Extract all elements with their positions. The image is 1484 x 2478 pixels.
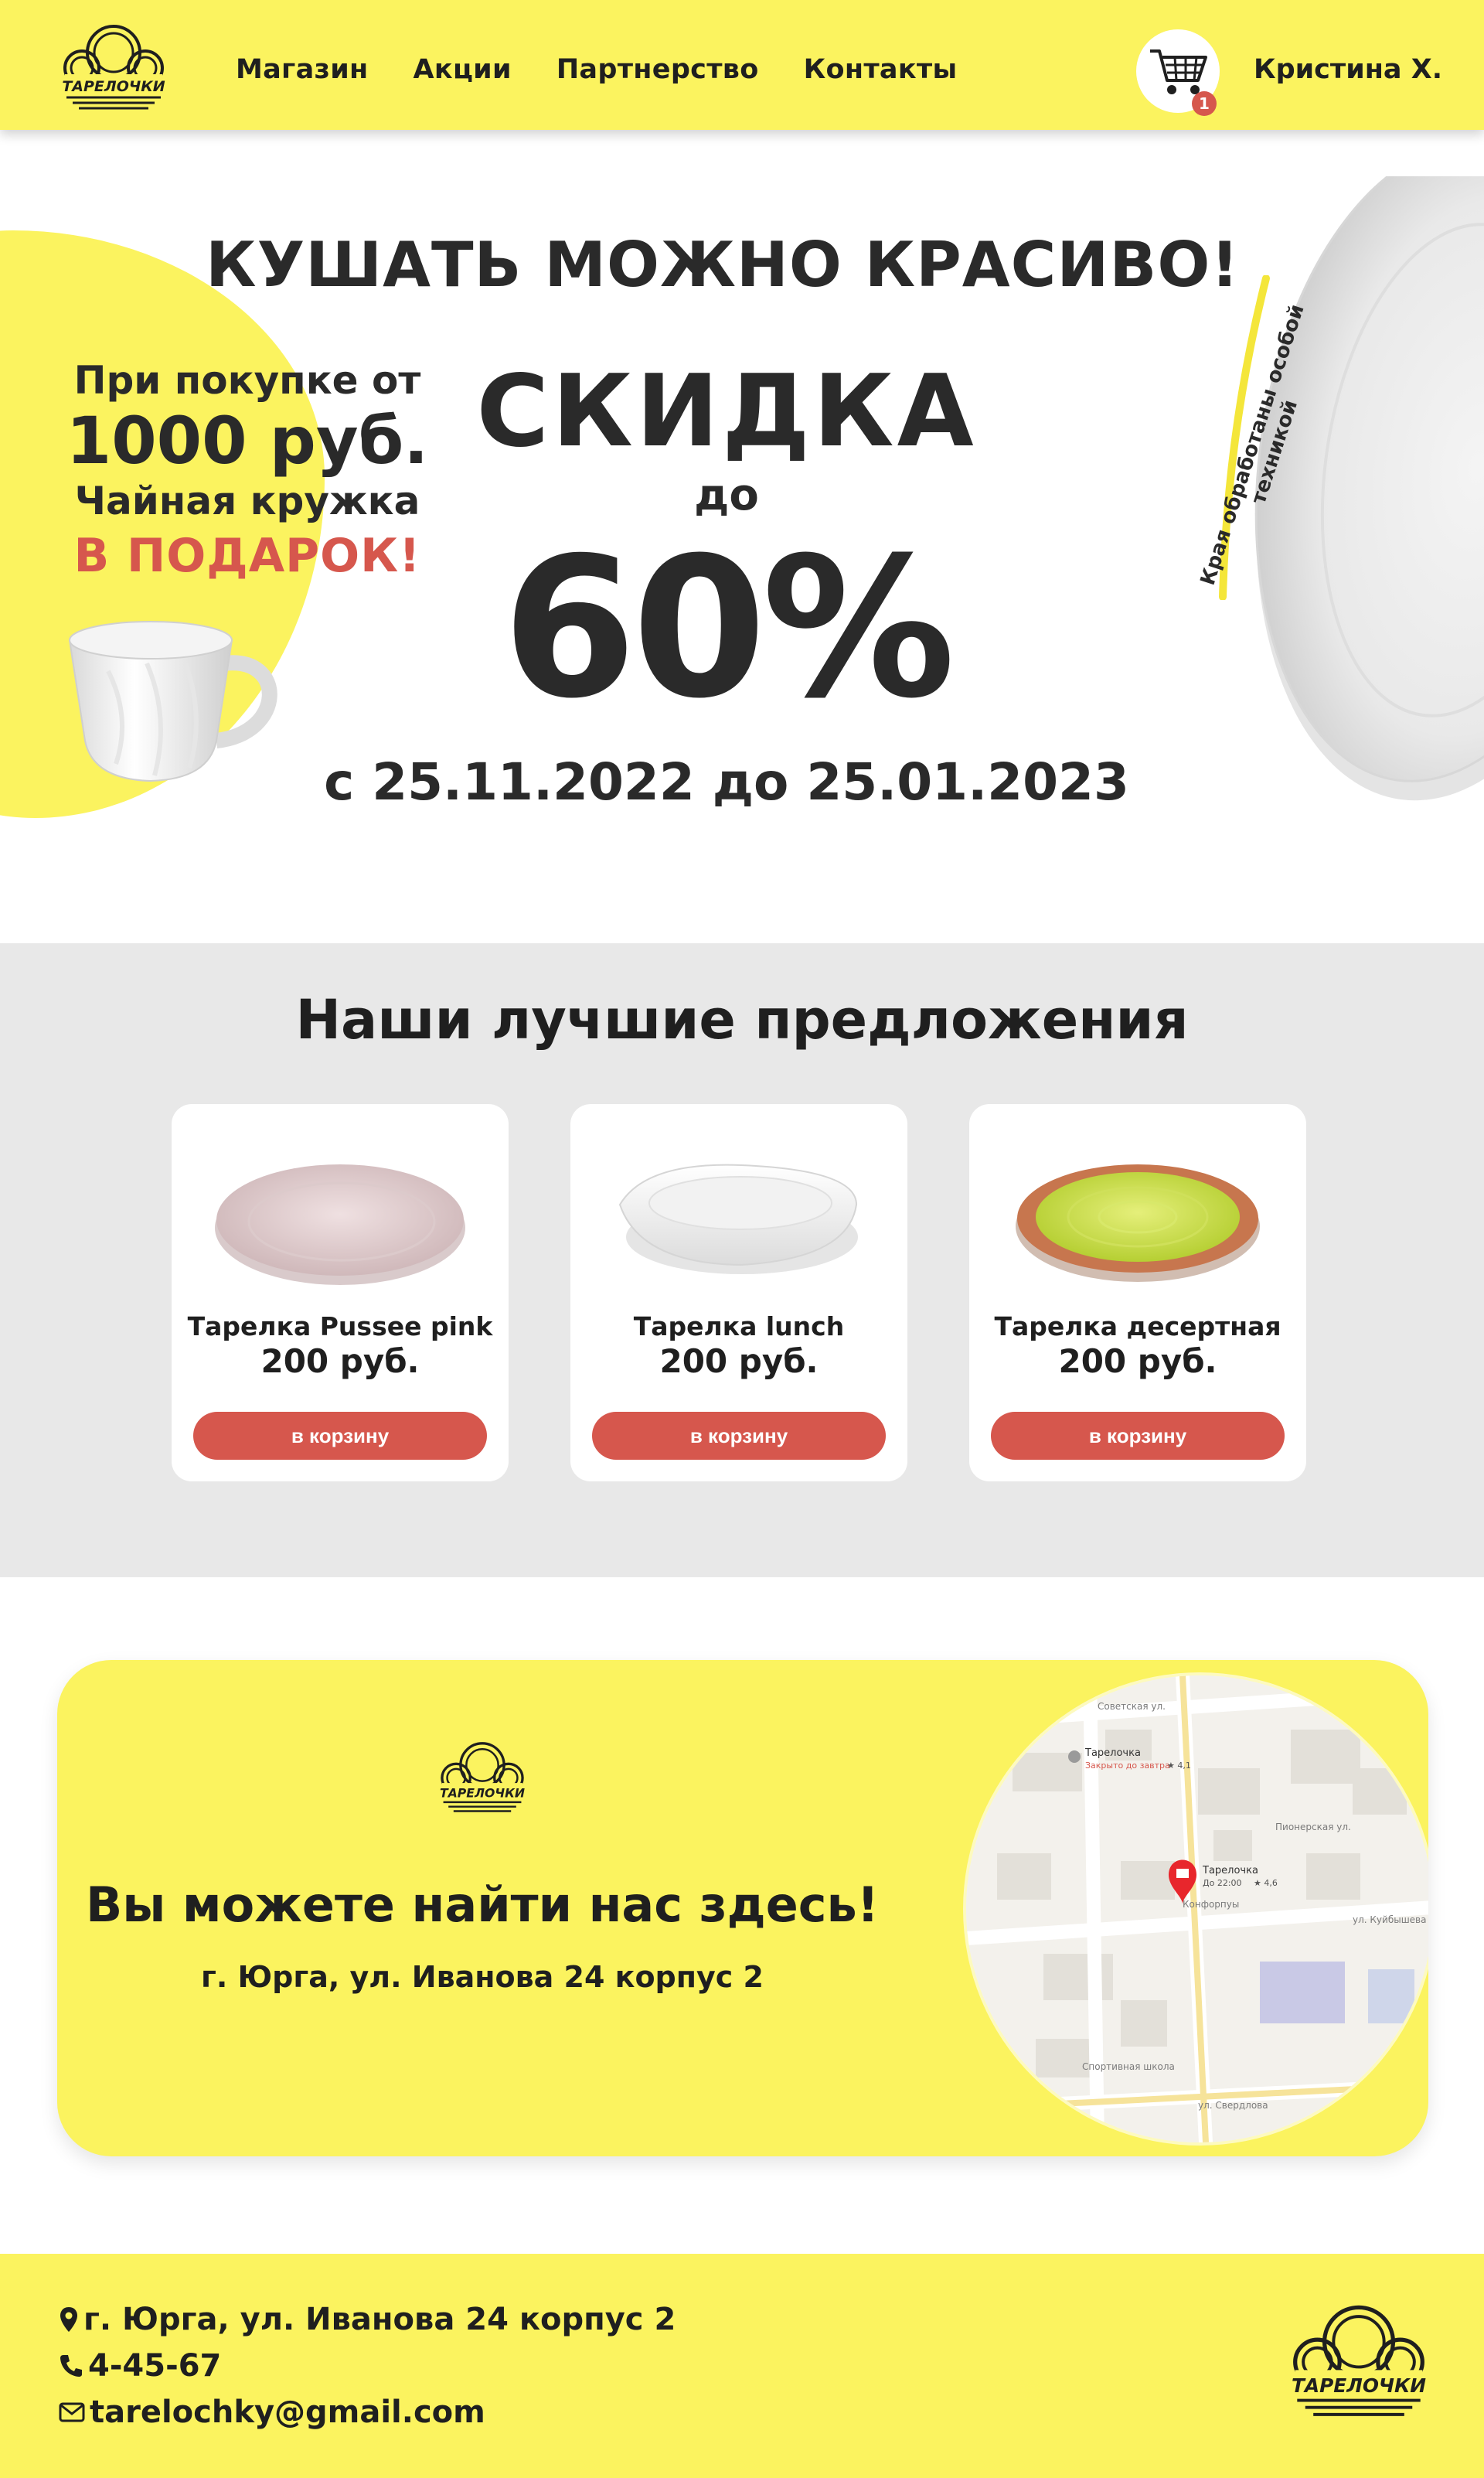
location-title: Вы можете найти нас здесь! (86, 1876, 879, 1933)
map-label: До 22:00 (1203, 1878, 1242, 1888)
cart-count-badge: 1 (1192, 91, 1217, 116)
product-price: 200 руб. (659, 1342, 819, 1380)
footer-address-text: г. Юрга, ул. Иванова 24 корпус 2 (83, 2302, 676, 2337)
brand-logo: ТАРЕЛОЧКИ (1292, 2305, 1426, 2416)
map-label: Конфорпуы (1183, 1899, 1239, 1910)
product-price: 200 руб. (1058, 1342, 1217, 1380)
plate-lunch-image (618, 1164, 858, 1274)
map-label: ул. Свердлова (1198, 2100, 1268, 2111)
nav-shop[interactable]: Магазин (236, 54, 369, 85)
add-to-cart-button[interactable]: в корзину (991, 1412, 1285, 1460)
map-label: ул. Куйбышева (1353, 1914, 1426, 1925)
product-card[interactable]: Тарелка Pussee pink 200 руб. в корзину (172, 1104, 509, 1481)
add-to-cart-button[interactable]: в корзину (193, 1412, 487, 1460)
product-price: 200 руб. (260, 1342, 420, 1380)
product-name: Тарелка десертная (994, 1311, 1281, 1341)
map-label: Маркет (1028, 1698, 1064, 1709)
gift-line-2: 1000 руб. (66, 403, 429, 479)
gift-line-4: В ПОДАРОК! (73, 529, 421, 583)
footer-phone[interactable]: 4-45-67 (59, 2348, 221, 2384)
location-section: ТАРЕЛОЧКИ Вы можете найти нас здесь! г. … (57, 1660, 1428, 2156)
gift-offer: При покупке от 1000 руб. Чайная кружка В… (31, 356, 464, 586)
phone-icon (60, 2355, 82, 2377)
cup-image (68, 621, 277, 782)
site-header: ТАРЕЛОЧКИ Магазин Акции Партнерство Конт… (0, 0, 1484, 130)
plate-dessert-image (1016, 1164, 1260, 1282)
map-label: ★ 4,6 (1254, 1878, 1278, 1888)
nav-promotions[interactable]: Акции (414, 54, 512, 85)
cart-button[interactable]: 1 (1136, 29, 1220, 116)
map-label: Пионерская ул. (1275, 1822, 1351, 1832)
location-pin-icon (60, 2307, 77, 2332)
add-to-cart-button[interactable]: в корзину (592, 1412, 886, 1460)
cart-icon (1150, 49, 1207, 94)
map-label: Спортивная школа (1082, 2061, 1175, 2072)
main-nav: Магазин Акции Партнерство Контакты (236, 54, 957, 85)
location-address: г. Юрга, ул. Иванова 24 корпус 2 (201, 1960, 764, 1994)
map-widget[interactable]: Советская ул. ул. Куйбышева ул. Свердлов… (966, 1675, 1428, 2142)
product-name: Тарелка lunch (633, 1311, 845, 1341)
product-name: Тарелка Pussee pink (187, 1311, 493, 1341)
logo-text: ТАРЕЛОЧКИ (440, 1785, 525, 1800)
user-name[interactable]: Кристина Х. (1254, 54, 1442, 85)
map-label: Закрыто до завтра (1085, 1761, 1170, 1771)
mail-icon (59, 2402, 85, 2422)
map-label: ★ 4,1 (1167, 1761, 1191, 1771)
map-label: Советская ул. (1098, 1701, 1166, 1712)
best-offers-section: Наши лучшие предложения Тарелка Pussee p… (0, 943, 1484, 1577)
footer-email[interactable]: tarelochky@gmail.com (59, 2394, 485, 2430)
plate-image (1254, 176, 1484, 801)
sale-dates: с 25.11.2022 до 25.01.2023 (324, 752, 1129, 812)
footer-email-text: tarelochky@gmail.com (90, 2394, 485, 2430)
plate-pink-image (215, 1164, 465, 1285)
map-label: Тарелочка (1084, 1747, 1141, 1759)
hero-banner: КУШАТЬ МОЖНО КРАСИВО! При покупке от 100… (0, 130, 1484, 943)
gift-line-3: Чайная кружка (74, 479, 420, 523)
footer-address: г. Юрга, ул. Иванова 24 корпус 2 (59, 2302, 676, 2337)
offers-title: Наши лучшие предложения (295, 988, 1189, 1052)
map-image: Советская ул. ул. Куйбышева ул. Свердлов… (966, 1675, 1428, 2142)
brand-logo: ТАРЕЛОЧКИ (440, 1742, 525, 1812)
logo-text: ТАРЕЛОЧКИ (1292, 2374, 1426, 2397)
map-label: Тарелочка (1202, 1865, 1258, 1876)
gift-line-1: При покупке от (73, 358, 421, 403)
logo-text: ТАРЕЛОЧКИ (62, 78, 165, 95)
product-card[interactable]: Тарелка десертная 200 руб. в корзину (969, 1104, 1306, 1481)
nav-contacts[interactable]: Контакты (804, 54, 958, 85)
sale-percent: 60% (502, 516, 955, 741)
footer-phone-text: 4-45-67 (88, 2348, 222, 2384)
product-card[interactable]: Тарелка lunch 200 руб. в корзину (570, 1104, 907, 1481)
brand-logo[interactable]: ТАРЕЛОЧКИ (56, 20, 172, 111)
nav-partnership[interactable]: Партнерство (556, 54, 759, 85)
sale-word: СКИДКА (476, 354, 977, 469)
site-footer: г. Юрга, ул. Иванова 24 корпус 2 4-45-67… (0, 2254, 1484, 2478)
